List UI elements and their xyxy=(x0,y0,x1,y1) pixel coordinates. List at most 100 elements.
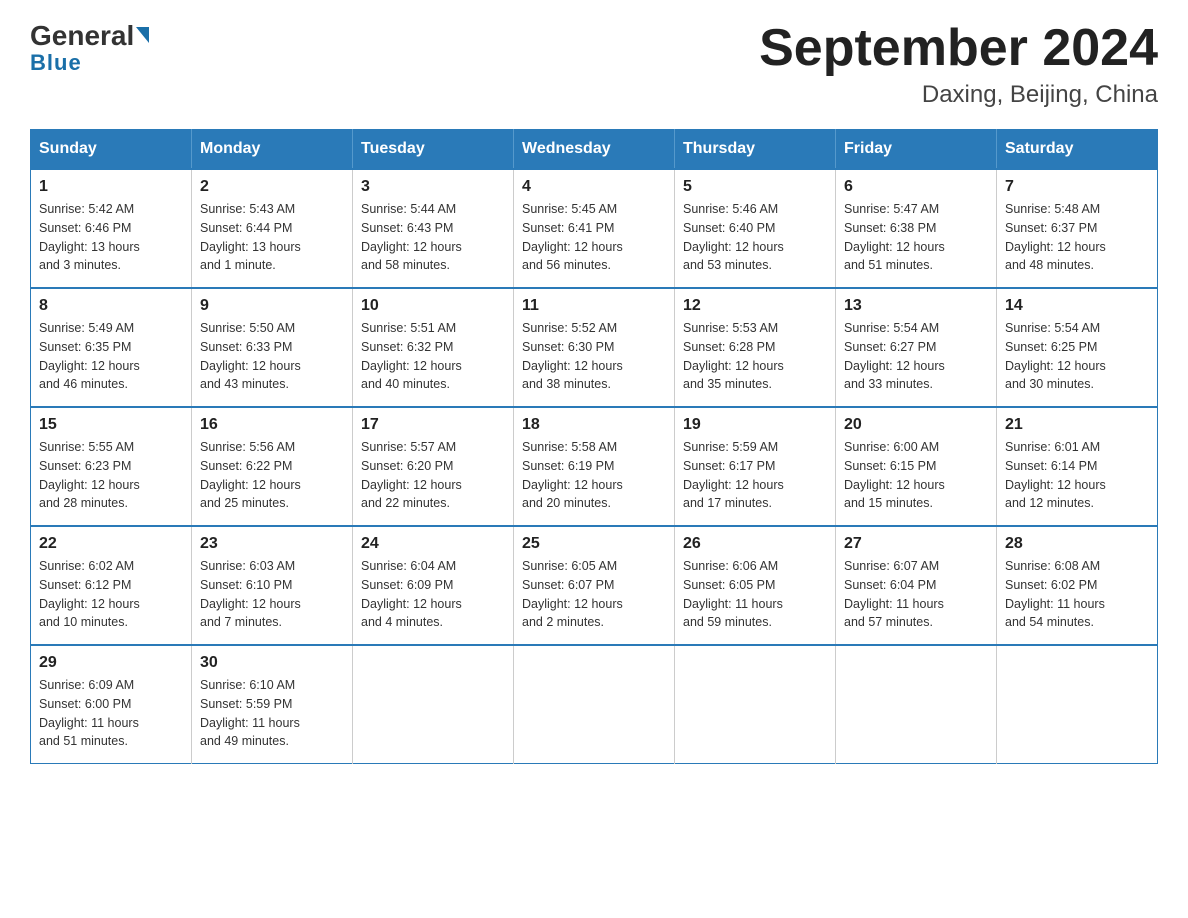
col-tuesday: Tuesday xyxy=(353,130,514,170)
day-info: Sunrise: 6:07 AMSunset: 6:04 PMDaylight:… xyxy=(844,557,988,632)
table-row: 11 Sunrise: 5:52 AMSunset: 6:30 PMDaylig… xyxy=(514,288,675,407)
day-number: 4 xyxy=(522,178,666,196)
day-number: 8 xyxy=(39,297,183,315)
calendar-week-2: 8 Sunrise: 5:49 AMSunset: 6:35 PMDayligh… xyxy=(31,288,1158,407)
day-info: Sunrise: 5:52 AMSunset: 6:30 PMDaylight:… xyxy=(522,319,666,394)
table-row: 14 Sunrise: 5:54 AMSunset: 6:25 PMDaylig… xyxy=(997,288,1158,407)
logo-general-text: General xyxy=(30,20,134,52)
table-row: 26 Sunrise: 6:06 AMSunset: 6:05 PMDaylig… xyxy=(675,526,836,645)
table-row: 1 Sunrise: 5:42 AMSunset: 6:46 PMDayligh… xyxy=(31,169,192,288)
day-info: Sunrise: 5:48 AMSunset: 6:37 PMDaylight:… xyxy=(1005,200,1149,275)
col-sunday: Sunday xyxy=(31,130,192,170)
table-row: 27 Sunrise: 6:07 AMSunset: 6:04 PMDaylig… xyxy=(836,526,997,645)
table-row: 5 Sunrise: 5:46 AMSunset: 6:40 PMDayligh… xyxy=(675,169,836,288)
day-number: 12 xyxy=(683,297,827,315)
day-info: Sunrise: 6:06 AMSunset: 6:05 PMDaylight:… xyxy=(683,557,827,632)
day-number: 19 xyxy=(683,416,827,434)
calendar-week-1: 1 Sunrise: 5:42 AMSunset: 6:46 PMDayligh… xyxy=(31,169,1158,288)
day-info: Sunrise: 6:08 AMSunset: 6:02 PMDaylight:… xyxy=(1005,557,1149,632)
table-row: 4 Sunrise: 5:45 AMSunset: 6:41 PMDayligh… xyxy=(514,169,675,288)
table-row: 10 Sunrise: 5:51 AMSunset: 6:32 PMDaylig… xyxy=(353,288,514,407)
day-info: Sunrise: 5:43 AMSunset: 6:44 PMDaylight:… xyxy=(200,200,344,275)
table-row: 25 Sunrise: 6:05 AMSunset: 6:07 PMDaylig… xyxy=(514,526,675,645)
day-number: 27 xyxy=(844,535,988,553)
day-number: 13 xyxy=(844,297,988,315)
table-row: 24 Sunrise: 6:04 AMSunset: 6:09 PMDaylig… xyxy=(353,526,514,645)
day-number: 28 xyxy=(1005,535,1149,553)
table-row: 15 Sunrise: 5:55 AMSunset: 6:23 PMDaylig… xyxy=(31,407,192,526)
day-number: 30 xyxy=(200,654,344,672)
day-number: 17 xyxy=(361,416,505,434)
logo-arrow-icon xyxy=(136,27,149,43)
calendar-week-3: 15 Sunrise: 5:55 AMSunset: 6:23 PMDaylig… xyxy=(31,407,1158,526)
day-info: Sunrise: 5:44 AMSunset: 6:43 PMDaylight:… xyxy=(361,200,505,275)
page-header: General Blue September 2024 Daxing, Beij… xyxy=(30,20,1158,109)
day-info: Sunrise: 5:53 AMSunset: 6:28 PMDaylight:… xyxy=(683,319,827,394)
table-row xyxy=(675,645,836,764)
table-row: 3 Sunrise: 5:44 AMSunset: 6:43 PMDayligh… xyxy=(353,169,514,288)
table-row xyxy=(997,645,1158,764)
day-info: Sunrise: 5:47 AMSunset: 6:38 PMDaylight:… xyxy=(844,200,988,275)
day-info: Sunrise: 5:55 AMSunset: 6:23 PMDaylight:… xyxy=(39,438,183,513)
day-info: Sunrise: 5:42 AMSunset: 6:46 PMDaylight:… xyxy=(39,200,183,275)
table-row: 17 Sunrise: 5:57 AMSunset: 6:20 PMDaylig… xyxy=(353,407,514,526)
day-info: Sunrise: 5:51 AMSunset: 6:32 PMDaylight:… xyxy=(361,319,505,394)
day-number: 24 xyxy=(361,535,505,553)
table-row xyxy=(353,645,514,764)
day-number: 22 xyxy=(39,535,183,553)
day-info: Sunrise: 5:54 AMSunset: 6:27 PMDaylight:… xyxy=(844,319,988,394)
calendar-title: September 2024 xyxy=(759,20,1158,77)
calendar-header-row: Sunday Monday Tuesday Wednesday Thursday… xyxy=(31,130,1158,170)
table-row xyxy=(836,645,997,764)
day-info: Sunrise: 6:00 AMSunset: 6:15 PMDaylight:… xyxy=(844,438,988,513)
table-row: 8 Sunrise: 5:49 AMSunset: 6:35 PMDayligh… xyxy=(31,288,192,407)
day-number: 16 xyxy=(200,416,344,434)
day-info: Sunrise: 5:49 AMSunset: 6:35 PMDaylight:… xyxy=(39,319,183,394)
table-row: 7 Sunrise: 5:48 AMSunset: 6:37 PMDayligh… xyxy=(997,169,1158,288)
day-number: 21 xyxy=(1005,416,1149,434)
day-number: 26 xyxy=(683,535,827,553)
day-info: Sunrise: 6:03 AMSunset: 6:10 PMDaylight:… xyxy=(200,557,344,632)
table-row: 20 Sunrise: 6:00 AMSunset: 6:15 PMDaylig… xyxy=(836,407,997,526)
table-row xyxy=(514,645,675,764)
col-saturday: Saturday xyxy=(997,130,1158,170)
logo-blue-text: Blue xyxy=(30,50,82,76)
col-monday: Monday xyxy=(192,130,353,170)
table-row: 16 Sunrise: 5:56 AMSunset: 6:22 PMDaylig… xyxy=(192,407,353,526)
table-row: 23 Sunrise: 6:03 AMSunset: 6:10 PMDaylig… xyxy=(192,526,353,645)
day-number: 3 xyxy=(361,178,505,196)
table-row: 29 Sunrise: 6:09 AMSunset: 6:00 PMDaylig… xyxy=(31,645,192,764)
day-info: Sunrise: 5:54 AMSunset: 6:25 PMDaylight:… xyxy=(1005,319,1149,394)
day-info: Sunrise: 6:04 AMSunset: 6:09 PMDaylight:… xyxy=(361,557,505,632)
day-number: 10 xyxy=(361,297,505,315)
day-info: Sunrise: 5:59 AMSunset: 6:17 PMDaylight:… xyxy=(683,438,827,513)
day-info: Sunrise: 5:50 AMSunset: 6:33 PMDaylight:… xyxy=(200,319,344,394)
day-number: 29 xyxy=(39,654,183,672)
calendar-table: Sunday Monday Tuesday Wednesday Thursday… xyxy=(30,129,1158,764)
day-number: 23 xyxy=(200,535,344,553)
col-friday: Friday xyxy=(836,130,997,170)
day-number: 7 xyxy=(1005,178,1149,196)
day-info: Sunrise: 5:56 AMSunset: 6:22 PMDaylight:… xyxy=(200,438,344,513)
day-number: 1 xyxy=(39,178,183,196)
day-number: 2 xyxy=(200,178,344,196)
day-info: Sunrise: 6:05 AMSunset: 6:07 PMDaylight:… xyxy=(522,557,666,632)
day-number: 20 xyxy=(844,416,988,434)
logo: General Blue xyxy=(30,20,149,76)
table-row: 13 Sunrise: 5:54 AMSunset: 6:27 PMDaylig… xyxy=(836,288,997,407)
col-wednesday: Wednesday xyxy=(514,130,675,170)
calendar-week-5: 29 Sunrise: 6:09 AMSunset: 6:00 PMDaylig… xyxy=(31,645,1158,764)
table-row: 28 Sunrise: 6:08 AMSunset: 6:02 PMDaylig… xyxy=(997,526,1158,645)
day-number: 5 xyxy=(683,178,827,196)
day-info: Sunrise: 6:09 AMSunset: 6:00 PMDaylight:… xyxy=(39,676,183,751)
day-info: Sunrise: 5:45 AMSunset: 6:41 PMDaylight:… xyxy=(522,200,666,275)
day-info: Sunrise: 5:58 AMSunset: 6:19 PMDaylight:… xyxy=(522,438,666,513)
table-row: 18 Sunrise: 5:58 AMSunset: 6:19 PMDaylig… xyxy=(514,407,675,526)
table-row: 19 Sunrise: 5:59 AMSunset: 6:17 PMDaylig… xyxy=(675,407,836,526)
day-info: Sunrise: 6:01 AMSunset: 6:14 PMDaylight:… xyxy=(1005,438,1149,513)
day-number: 9 xyxy=(200,297,344,315)
day-number: 25 xyxy=(522,535,666,553)
day-info: Sunrise: 6:02 AMSunset: 6:12 PMDaylight:… xyxy=(39,557,183,632)
calendar-week-4: 22 Sunrise: 6:02 AMSunset: 6:12 PMDaylig… xyxy=(31,526,1158,645)
day-number: 11 xyxy=(522,297,666,315)
